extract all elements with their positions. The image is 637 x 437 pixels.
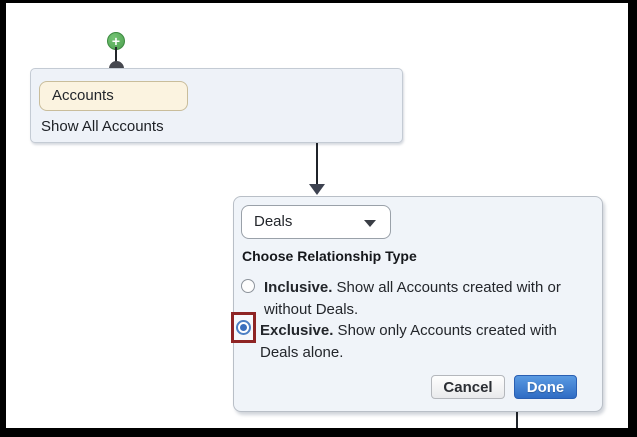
option-exclusive-desc-1: Show only Accounts created with	[333, 322, 556, 339]
relationship-type-heading: Choose Relationship Type	[242, 248, 417, 264]
cancel-button[interactable]: Cancel	[431, 375, 505, 399]
option-exclusive-title: Exclusive.	[260, 322, 333, 339]
accounts-node-criteria: Show All Accounts	[41, 118, 164, 135]
option-inclusive-label[interactable]: Inclusive. Show all Accounts created wit…	[264, 277, 576, 321]
builder-canvas: + Accounts Show All Accounts Deals Choos…	[6, 3, 628, 428]
option-inclusive-desc-1: Show all Accounts created with or	[332, 279, 560, 296]
screenshot-frame: + Accounts Show All Accounts Deals Choos…	[0, 0, 637, 437]
connector-arrowhead-icon	[309, 184, 325, 195]
option-exclusive-desc-2: Deals alone.	[260, 342, 560, 364]
chevron-down-icon	[364, 220, 376, 227]
accounts-module-chip[interactable]: Accounts	[39, 81, 188, 111]
relationship-config-panel: Deals Choose Relationship Type Inclusive…	[233, 196, 603, 412]
module-dropdown[interactable]: Deals	[241, 205, 391, 239]
highlight-annotation-box	[231, 312, 256, 343]
option-inclusive[interactable]: Inclusive. Show all Accounts created wit…	[241, 277, 576, 321]
option-inclusive-title: Inclusive.	[264, 279, 332, 296]
connector-arrow-line	[316, 143, 318, 184]
option-exclusive-label[interactable]: Exclusive. Show only Accounts created wi…	[260, 320, 560, 364]
radio-inclusive[interactable]	[241, 279, 255, 293]
module-dropdown-value: Deals	[254, 206, 292, 238]
option-inclusive-desc-2: without Deals.	[264, 299, 576, 321]
done-button[interactable]: Done	[514, 375, 577, 399]
accounts-node[interactable]: Accounts Show All Accounts	[30, 68, 403, 143]
connector-line-below-panel	[516, 412, 518, 429]
radio-exclusive[interactable]	[236, 320, 251, 335]
